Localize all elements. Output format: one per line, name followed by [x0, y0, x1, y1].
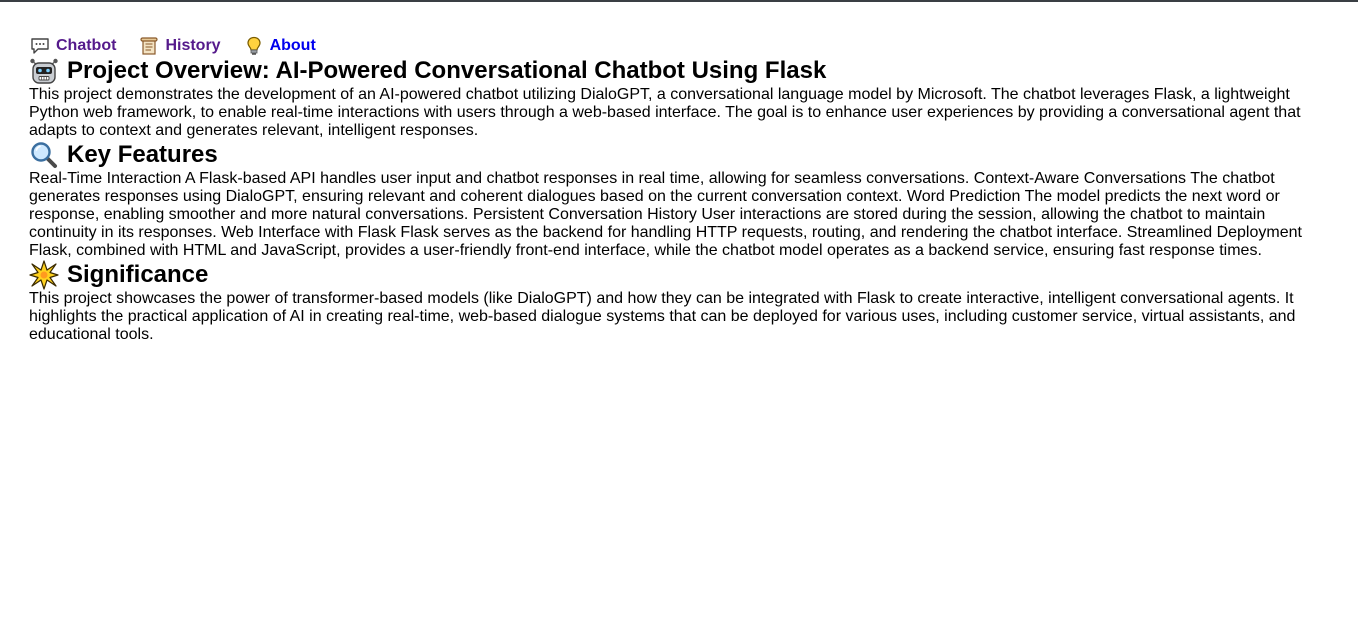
nav-link-about[interactable]: About — [243, 36, 316, 56]
overview-paragraph: This project demonstrates the developmen… — [29, 86, 1301, 139]
features-paragraph: Real-Time Interaction A Flask-based API … — [29, 170, 1302, 259]
magnifying-glass-icon — [29, 140, 59, 170]
significance-title: Significance — [67, 261, 209, 288]
robot-icon — [29, 56, 59, 86]
significance-heading: Significance — [29, 260, 1329, 290]
overview-heading: Project Overview: AI-Powered Conversatio… — [29, 56, 1329, 86]
lightbulb-icon — [243, 36, 265, 56]
features-heading: Key Features — [29, 140, 1329, 170]
sparkle-icon — [29, 260, 59, 290]
speech-bubble-icon — [29, 36, 51, 56]
nav-link-history[interactable]: History — [138, 36, 221, 56]
nav-label-chatbot: Chatbot — [56, 37, 117, 54]
nav-label-about: About — [269, 37, 316, 54]
top-border — [0, 0, 1358, 2]
overview-title: Project Overview: AI-Powered Conversatio… — [67, 57, 827, 84]
significance-paragraph: This project showcases the power of tran… — [29, 290, 1296, 343]
scroll-icon — [138, 36, 160, 56]
nav-bar: Chatbot History About — [29, 36, 1329, 56]
features-title: Key Features — [67, 141, 218, 168]
nav-link-chatbot[interactable]: Chatbot — [29, 36, 116, 56]
page-content: Chatbot History About Project Overview: … — [0, 36, 1358, 344]
nav-label-history: History — [165, 37, 221, 54]
